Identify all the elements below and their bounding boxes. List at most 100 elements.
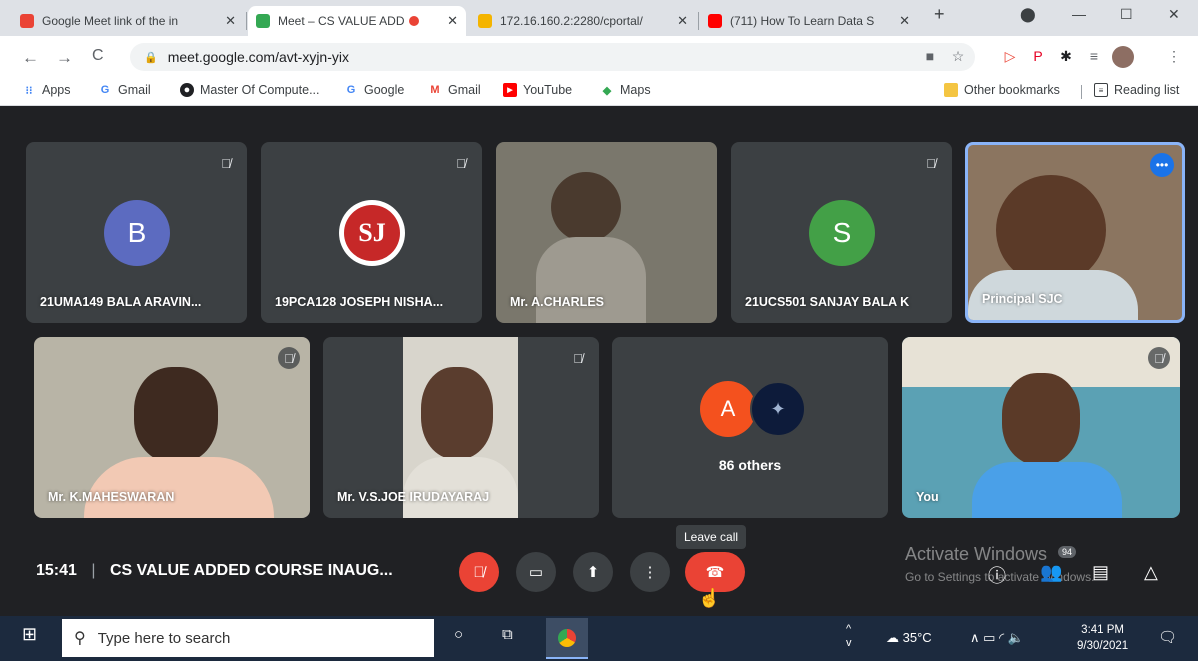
participant-video bbox=[84, 457, 274, 518]
tab-cportal[interactable]: 172.16.160.2:2280/cportal/ ✕ bbox=[470, 6, 696, 36]
chrome-taskbar-button[interactable] bbox=[546, 618, 588, 659]
participant-name: You bbox=[916, 490, 939, 504]
bookmark-maps[interactable]: ◆ Maps bbox=[600, 83, 651, 97]
participant-video bbox=[536, 237, 646, 323]
volume-icon: 🔈 bbox=[1007, 630, 1024, 645]
bookmark-apps[interactable]: ⁝⁝ Apps bbox=[22, 83, 71, 97]
taskbar-search[interactable]: ⚲ Type here to search bbox=[62, 619, 434, 657]
weather[interactable]: ☁ 35°C bbox=[886, 630, 932, 646]
tab-bar: Google Meet link of the in ✕ Meet – CS V… bbox=[0, 0, 1198, 36]
mic-toggle-button[interactable]: 🎙̸ bbox=[459, 552, 499, 592]
more-options-button[interactable]: ⋮ bbox=[630, 552, 670, 592]
avatar: ✦ bbox=[750, 381, 806, 437]
more-options-icon[interactable]: ••• bbox=[1150, 153, 1174, 177]
youtube-icon: ▶ bbox=[503, 83, 517, 97]
participant-name: 21UCS501 SANJAY BALA K bbox=[745, 295, 910, 309]
minimize-button[interactable]: — bbox=[1072, 6, 1086, 22]
participant-tile[interactable]: 🎙̸ Mr. K.MAHESWARAN bbox=[34, 337, 310, 518]
apps-icon: ⁝⁝ bbox=[25, 84, 33, 97]
tab-meet[interactable]: Meet – CS VALUE ADD ✕ bbox=[248, 6, 466, 36]
participant-name: Mr. K.MAHESWARAN bbox=[48, 490, 175, 504]
clock-date: 9/30/2021 bbox=[1077, 640, 1129, 652]
youtube-icon bbox=[708, 14, 722, 28]
close-icon[interactable]: ✕ bbox=[441, 13, 458, 29]
menu-icon[interactable]: ⋮ bbox=[1164, 46, 1184, 66]
people-icon[interactable]: 👥 bbox=[1040, 562, 1062, 583]
star-icon[interactable]: ☆ bbox=[948, 46, 968, 66]
url-field[interactable]: 🔒 meet.google.com/avt-xyjn-yix bbox=[130, 43, 975, 71]
gmail-icon bbox=[20, 14, 34, 28]
avatar: B bbox=[104, 200, 170, 266]
extensions-icon[interactable]: ✱ bbox=[1056, 46, 1076, 66]
present-button[interactable]: ⬆ bbox=[573, 552, 613, 592]
gmail-icon: M bbox=[430, 84, 440, 96]
info-icon[interactable]: ⓘ bbox=[988, 562, 1006, 588]
present-icon: ⬆ bbox=[586, 564, 600, 581]
camera-toggle-button[interactable]: ▭ bbox=[516, 552, 556, 592]
camera-icon[interactable]: ■ bbox=[920, 46, 940, 66]
close-icon[interactable]: ✕ bbox=[671, 13, 688, 29]
playlist-icon[interactable]: ≡ bbox=[1084, 46, 1104, 66]
leave-call-button[interactable]: ☎ bbox=[685, 552, 745, 592]
avatar[interactable] bbox=[1112, 46, 1134, 68]
participant-video bbox=[972, 462, 1122, 518]
maps-icon: ◆ bbox=[602, 84, 612, 97]
mic-off-icon: 🎙̸ bbox=[456, 155, 466, 171]
close-icon[interactable]: ✕ bbox=[219, 13, 236, 29]
mic-off-icon: 🎙̸ bbox=[473, 563, 485, 581]
participant-tile[interactable]: Mr. A.CHARLES bbox=[496, 142, 717, 323]
mic-off-icon: 🎙̸ bbox=[221, 155, 231, 171]
maximize-button[interactable]: ☐ bbox=[1120, 6, 1133, 23]
mic-off-icon: 🎙̸ bbox=[278, 347, 300, 369]
tab-google-meet-link[interactable]: Google Meet link of the in ✕ bbox=[12, 6, 244, 36]
participant-video bbox=[421, 367, 493, 459]
site-icon bbox=[478, 14, 492, 28]
cortana-icon[interactable]: ○ bbox=[454, 626, 463, 643]
participant-tile-others[interactable]: A ✦ 86 others bbox=[612, 337, 888, 518]
bookmark-google[interactable]: G Google bbox=[344, 83, 405, 97]
reload-button[interactable]: C bbox=[92, 47, 104, 65]
participant-name: 21UMA149 BALA ARAVIN... bbox=[40, 295, 202, 309]
pinterest-icon[interactable]: P bbox=[1028, 46, 1048, 66]
tray-expand-icon[interactable]: ^ v bbox=[846, 622, 852, 650]
github-icon: ● bbox=[180, 83, 194, 97]
system-tray[interactable]: ∧ ▭ ◜ 🔈 bbox=[970, 630, 1024, 646]
reading-list-icon: ≡ bbox=[1094, 83, 1108, 97]
participant-tile-self[interactable]: 🎙̸ You bbox=[902, 337, 1180, 518]
tooltip: Leave call bbox=[676, 525, 747, 549]
tab-youtube[interactable]: (711) How To Learn Data S ✕ bbox=[700, 6, 918, 36]
close-window-button[interactable]: ✕ bbox=[1168, 6, 1180, 23]
forward-button[interactable]: → bbox=[56, 48, 73, 68]
back-button[interactable]: ← bbox=[22, 48, 39, 68]
windows-start-icon[interactable]: ⊞ bbox=[22, 624, 37, 645]
participant-name: Mr. A.CHARLES bbox=[510, 295, 604, 309]
people-count-badge: 94 bbox=[1058, 546, 1077, 558]
participant-video bbox=[996, 175, 1106, 285]
participant-video bbox=[551, 172, 621, 242]
participant-tile[interactable]: 🎙̸ Mr. V.S.JOE IRUDAYARAJ bbox=[323, 337, 599, 518]
bookmark-master[interactable]: ● Master Of Compute... bbox=[180, 83, 319, 97]
participant-tile[interactable]: 🎙̸ B 21UMA149 BALA ARAVIN... bbox=[26, 142, 247, 323]
activities-icon[interactable]: △ bbox=[1144, 562, 1158, 583]
bookmark-gmail[interactable]: G Gmail bbox=[98, 83, 151, 97]
cast-icon[interactable]: ▷ bbox=[1000, 46, 1020, 66]
camera-icon: ▭ bbox=[528, 564, 544, 581]
bookmark-gmail-2[interactable]: M Gmail bbox=[428, 83, 480, 97]
meeting-info: 15:41 | CS VALUE ADDED COURSE INAUG... bbox=[36, 562, 393, 580]
participant-tile-pinned[interactable]: ••• Principal SJC bbox=[965, 142, 1185, 323]
reading-list[interactable]: ≡ Reading list bbox=[1094, 83, 1179, 97]
participant-tile[interactable]: 🎙̸ S 21UCS501 SANJAY BALA K bbox=[731, 142, 952, 323]
notifications-icon[interactable]: 🗨 bbox=[1158, 628, 1177, 646]
google-icon: G bbox=[346, 84, 356, 96]
other-bookmarks[interactable]: Other bookmarks bbox=[944, 83, 1060, 97]
clock[interactable]: 3:41 PM 9/30/2021 bbox=[1077, 622, 1128, 654]
meeting-time: 15:41 bbox=[36, 562, 77, 579]
tab-search-icon[interactable]: ⬤ bbox=[1020, 6, 1036, 23]
participant-tile[interactable]: 🎙̸ SJ 19PCA128 JOSEPH NISHA... bbox=[261, 142, 482, 323]
task-view-icon[interactable]: ⧉ bbox=[502, 626, 513, 643]
bookmark-youtube[interactable]: ▶ YouTube bbox=[503, 83, 572, 97]
new-tab-button[interactable]: + bbox=[934, 4, 945, 25]
close-icon[interactable]: ✕ bbox=[893, 13, 910, 29]
chat-icon[interactable]: ▤ bbox=[1092, 562, 1109, 583]
clock-time: 3:41 PM bbox=[1081, 624, 1124, 636]
